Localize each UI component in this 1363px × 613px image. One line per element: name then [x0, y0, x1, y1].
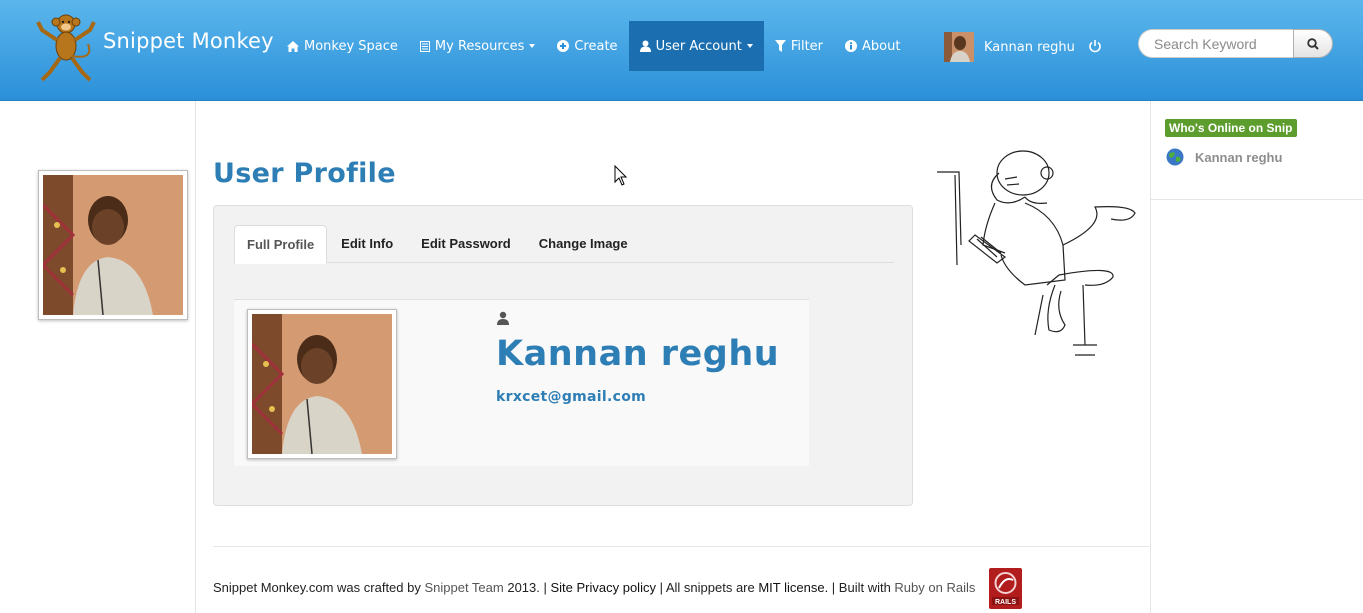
plus-circle-icon [557, 40, 570, 52]
user-icon [639, 40, 651, 52]
footer-text-1: Snippet Monkey.com was crafted by [213, 580, 425, 595]
profile-name: Kannan reghu [496, 334, 780, 374]
nav-about[interactable]: About [834, 21, 911, 71]
brand[interactable]: Snippet Monkey [32, 10, 274, 84]
user-menu[interactable]: Kannan reghu [944, 32, 1075, 62]
globe-icon [1166, 148, 1184, 166]
search-icon [1307, 37, 1319, 50]
search-button[interactable] [1293, 29, 1333, 58]
footer-license-link[interactable]: MIT license. [758, 580, 828, 595]
footer-rails-link[interactable]: Ruby on Rails [894, 580, 975, 595]
profile-tabs: Full Profile Edit Info Edit Password Cha… [234, 225, 894, 264]
nav-my-resources-label: My Resources [434, 38, 525, 54]
profile-card: Kannan reghu krxcet@gmail.com [234, 299, 809, 466]
search-form [1138, 29, 1333, 58]
tab-full-profile[interactable]: Full Profile [234, 225, 328, 264]
tab-edit-password[interactable]: Edit Password [407, 225, 525, 262]
monkey-logo-icon [36, 14, 96, 82]
chevron-down-icon [529, 44, 536, 48]
footer-text-3: | All snippets are [655, 580, 759, 595]
profile-card-photo [247, 309, 397, 459]
home-icon [287, 40, 299, 52]
profile-photo [40, 175, 183, 316]
footer-text-2: 2013. | [503, 580, 551, 595]
online-user-name: Kannan reghu [1195, 149, 1283, 165]
page-title: User Profile [213, 158, 396, 189]
nav-filter[interactable]: Filter [764, 21, 834, 71]
svg-text:RAILS: RAILS [995, 599, 1016, 606]
footer-divider [213, 546, 1149, 547]
avatar [944, 32, 974, 62]
left-column-divider [195, 101, 196, 613]
search-input[interactable] [1138, 29, 1295, 58]
tab-edit-info[interactable]: Edit Info [327, 225, 407, 262]
profile-panel: Full Profile Edit Info Edit Password Cha… [213, 205, 913, 506]
monkey-at-computer-illustration [937, 150, 1136, 356]
profile-photo [249, 314, 392, 455]
footer: Snippet Monkey.com was crafted by Snippe… [213, 580, 975, 595]
nav-about-label: About [862, 38, 901, 54]
brand-name: Snippet Monkey [103, 29, 274, 53]
mouse-cursor-icon [614, 165, 628, 186]
nav-create[interactable]: Create [546, 21, 628, 71]
tab-change-image[interactable]: Change Image [525, 225, 642, 262]
footer-text-4: | Built with [828, 580, 895, 595]
chevron-down-icon [746, 44, 753, 48]
profile-email[interactable]: krxcet@gmail.com [496, 389, 646, 405]
nav-my-resources[interactable]: My Resources [409, 21, 546, 71]
user-name: Kannan reghu [984, 39, 1075, 55]
top-navbar: Snippet Monkey Monkey Space My Resources… [0, 0, 1363, 101]
whos-online-badge: Who's Online on Snip [1165, 119, 1297, 137]
sidebar-divider [1151, 199, 1363, 200]
rails-logo-icon[interactable]: RAILS [989, 568, 1022, 609]
nav-create-label: Create [574, 38, 618, 54]
sidebar-profile-photo [38, 170, 188, 320]
user-icon [497, 311, 509, 325]
nav-user-account-label: User Account [655, 38, 742, 54]
footer-team-link[interactable]: Snippet Team [424, 580, 503, 595]
right-column-divider [1150, 101, 1151, 613]
nav-filter-label: Filter [790, 38, 824, 54]
nav-monkey-space[interactable]: Monkey Space [276, 21, 409, 71]
info-icon [845, 40, 858, 52]
online-user-item[interactable]: Kannan reghu [1166, 148, 1282, 166]
power-icon[interactable] [1088, 39, 1102, 53]
filter-icon [774, 40, 786, 52]
nav-monkey-space-label: Monkey Space [304, 38, 398, 54]
footer-privacy-link[interactable]: Site Privacy policy [550, 580, 655, 595]
nav-user-account[interactable]: User Account [628, 21, 764, 71]
main-nav: Monkey Space My Resources Create User Ac… [276, 21, 911, 71]
list-icon [419, 40, 430, 52]
